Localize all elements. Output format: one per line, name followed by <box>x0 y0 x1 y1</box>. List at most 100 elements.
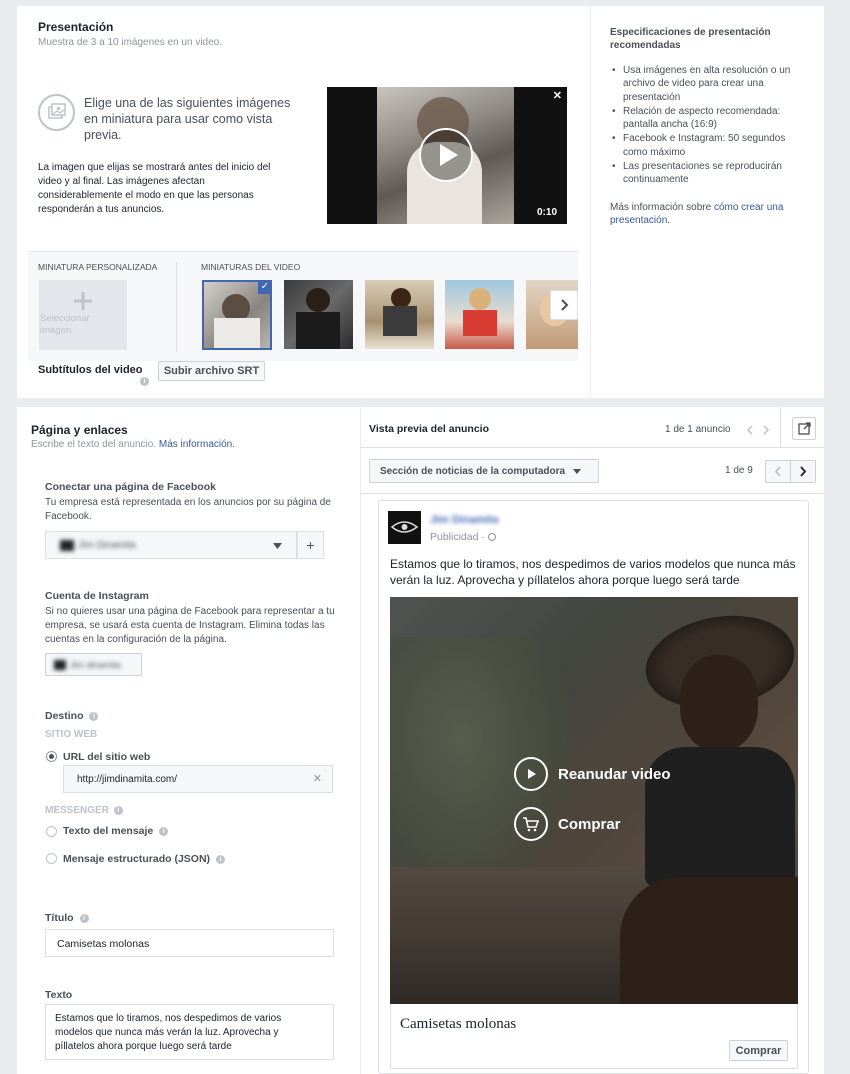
destino-label: Destino <box>45 710 84 722</box>
fb-page-select[interactable]: Jim Dinamita <box>45 531 297 559</box>
prev-ad-chevron-icon[interactable] <box>746 425 753 435</box>
header-divider <box>780 407 781 447</box>
choose-thumbnail-text: Elige una de las siguientes imágenes en … <box>84 96 291 142</box>
buy-cta-button[interactable]: Comprar <box>729 1040 788 1061</box>
preview-header-border <box>361 447 824 448</box>
headline-label-row: Título i <box>45 912 89 924</box>
post-headline: Camisetas molonas <box>400 1016 517 1032</box>
instagram-account-button[interactable]: Jim dinamita <box>45 653 142 676</box>
post-text: Estamos que lo tiramos, nos despedimos d… <box>390 557 796 587</box>
placement-pager: 1 de 9 <box>725 465 753 476</box>
prev-placement-button[interactable] <box>765 460 791 483</box>
thumbnail-info-text: La imagen que elijas se mostrará antes d… <box>38 162 271 215</box>
chevron-right-icon <box>800 466 807 477</box>
selected-check-icon: ✓ <box>258 280 272 294</box>
fb-page-name: Jim Dinamita <box>78 540 136 551</box>
structured-message-info-icon[interactable]: i <box>215 854 225 864</box>
close-video-button[interactable]: ✕ <box>553 89 562 102</box>
buy-overlay-button[interactable]: Comprar <box>514 807 621 841</box>
upload-srt-button[interactable]: Subir archivo SRT <box>158 361 265 381</box>
page-avatar <box>60 540 74 551</box>
play-button[interactable] <box>419 128 473 182</box>
clear-url-icon[interactable]: ✕ <box>313 772 322 785</box>
page-links-subtitle: Escribe el texto del anuncio. Más inform… <box>31 439 235 450</box>
instagram-title: Cuenta de Instagram <box>45 590 149 602</box>
presentation-subtitle: Muestra de 3 a 10 imágenes en un video. <box>38 37 223 48</box>
message-text-option[interactable]: Texto del mensaje i <box>63 825 169 837</box>
url-input[interactable]: http://jimdinamita.com/ ✕ <box>63 765 333 793</box>
buy-overlay-label: Comprar <box>558 815 621 833</box>
select-image-label: Seleccionar imagen <box>40 313 90 336</box>
video-thumbnail-1-selected[interactable]: ✓ <box>202 280 272 350</box>
video-preview[interactable]: ✕ 0:10 <box>327 87 567 224</box>
message-text-radio[interactable] <box>46 826 57 837</box>
placement-dropdown[interactable]: Sección de noticias de la computadora <box>369 459 599 483</box>
subtitles-label: Subtítulos del video <box>38 364 143 376</box>
page-links-subtitle-text: Escribe el texto del anuncio. <box>31 439 159 450</box>
page-avatar <box>388 511 421 544</box>
add-page-button[interactable]: + <box>297 531 324 559</box>
instagram-account-name: Jim dinamita <box>70 659 121 670</box>
message-text-info-icon[interactable]: i <box>159 826 169 836</box>
video-thumbnail-4[interactable] <box>445 280 514 349</box>
video-duration: 0:10 <box>536 207 557 218</box>
specs-more-info: Más información sobre cómo crear una pre… <box>610 201 810 228</box>
video-dim-overlay <box>390 597 798 1004</box>
globe-icon <box>487 533 496 542</box>
messenger-info-icon[interactable]: i <box>113 805 123 815</box>
message-text-label: Texto del mensaje <box>63 825 154 837</box>
ad-count: 1 de 1 anuncio <box>665 424 731 435</box>
destino-info-icon[interactable]: i <box>89 711 99 721</box>
play-circle-icon <box>514 757 548 791</box>
structured-message-label: Mensaje estructurado (JSON) <box>63 853 211 865</box>
chevron-down-icon <box>573 468 582 474</box>
post-video[interactable]: Reanudar video Comprar <box>390 597 798 1004</box>
spec-item: Usa imágenes en alta resolución o un arc… <box>610 64 810 104</box>
slideshow-icon <box>38 94 75 131</box>
structured-message-option[interactable]: Mensaje estructurado (JSON) i <box>63 853 225 865</box>
select-image-tile[interactable]: Seleccionar imagen <box>39 280 127 350</box>
post-page-name[interactable]: Jim Dinamita <box>430 514 498 526</box>
next-ad-chevron-icon[interactable] <box>763 425 770 435</box>
destino-title: Destino i <box>45 710 99 722</box>
url-radio[interactable] <box>46 751 57 762</box>
headline-info-icon[interactable]: i <box>79 913 89 923</box>
custom-thumbnail-label: MINIATURA PERSONALIZADA <box>38 262 158 272</box>
fb-page-title: Conectar una página de Facebook <box>45 481 216 493</box>
resume-video-button[interactable]: Reanudar video <box>514 757 671 791</box>
ad-post-card: Jim Dinamita Publicidad · Estamos que lo… <box>378 500 809 1074</box>
ad-preview-title: Vista previa del anuncio <box>369 423 490 435</box>
spec-item: Facebook e Instagram: 50 segundos como m… <box>610 132 810 159</box>
headline-label: Título <box>45 912 74 924</box>
preview-body-border <box>361 493 824 494</box>
page-links-title: Página y enlaces <box>31 423 128 437</box>
chevron-left-icon <box>774 466 781 477</box>
subtitles-info-icon[interactable]: i <box>140 377 149 386</box>
specs-more-suffix: . <box>667 215 671 227</box>
presentation-panel: Presentación Muestra de 3 a 10 imágenes … <box>17 6 590 398</box>
headline-input[interactable]: Camisetas molonas <box>45 929 334 957</box>
video-thumbnail-2[interactable] <box>284 280 353 349</box>
next-placement-button[interactable] <box>790 460 816 483</box>
website-section-label: SITIO WEB <box>45 729 98 740</box>
specs-more-prefix: Más información sobre <box>610 202 714 213</box>
more-info-link[interactable]: Más información. <box>159 439 235 450</box>
url-option-label[interactable]: URL del sitio web <box>63 751 150 763</box>
placement-label: Sección de noticias de la computadora <box>380 465 566 477</box>
page-links-panel: Página y enlaces Escribe el texto del an… <box>17 407 360 1074</box>
ad-preview-panel: Vista previa del anuncio 1 de 1 anuncio … <box>361 407 824 1074</box>
fb-page-desc: Tu empresa está representada en los anun… <box>45 497 331 522</box>
thumbnails-next-button[interactable] <box>550 290 578 320</box>
ad-text-textarea[interactable]: Estamos que lo tiramos, nos despedimos d… <box>45 1004 334 1060</box>
messenger-label: MESSENGER <box>45 805 109 816</box>
sponsored-row: Publicidad · <box>430 531 496 543</box>
sponsored-label: Publicidad <box>430 531 479 543</box>
structured-message-radio[interactable] <box>46 853 57 864</box>
resume-video-label: Reanudar video <box>558 765 671 783</box>
ad-text-value: Estamos que lo tiramos, nos despedimos d… <box>55 1013 282 1052</box>
specs-title: Especificaciones de presentación recomen… <box>610 27 771 51</box>
open-external-button[interactable] <box>792 417 816 440</box>
ig-avatar <box>54 659 66 670</box>
post-link-footer[interactable]: Camisetas molonas Comprar <box>390 1004 798 1069</box>
video-thumbnail-3[interactable] <box>365 280 434 349</box>
